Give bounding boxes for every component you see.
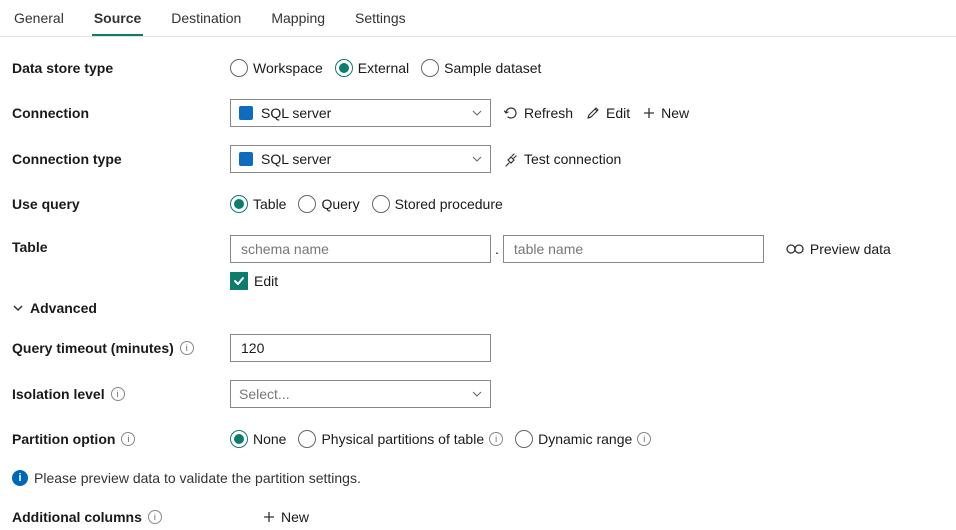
radio-workspace[interactable]: Workspace xyxy=(230,59,323,77)
radio-table[interactable]: Table xyxy=(230,195,286,213)
radio-label: Stored procedure xyxy=(395,196,503,212)
isolation-level-select[interactable]: Select... xyxy=(230,380,491,408)
chevron-down-icon xyxy=(472,154,482,164)
advanced-label: Advanced xyxy=(30,300,97,316)
edit-icon xyxy=(585,105,601,121)
tab-mapping[interactable]: Mapping xyxy=(269,8,327,36)
source-form: Data store type Workspace External Sampl… xyxy=(0,37,956,530)
label-table: Table xyxy=(12,235,230,255)
info-icon[interactable]: i xyxy=(121,432,135,446)
label-use-query: Use query xyxy=(12,196,230,212)
table-input[interactable] xyxy=(512,240,755,258)
connection-select[interactable]: SQL server xyxy=(230,99,491,127)
connection-value: SQL server xyxy=(261,105,331,121)
radio-icon xyxy=(298,430,316,448)
radio-partition-physical[interactable]: Physical partitions of table i xyxy=(298,430,503,448)
edit-checkbox[interactable]: Edit xyxy=(230,272,278,290)
label-query-timeout: Query timeout (minutes) i xyxy=(12,340,230,356)
label-connection: Connection xyxy=(12,105,230,121)
refresh-button[interactable]: Refresh xyxy=(503,105,573,121)
schema-table-separator: . xyxy=(495,241,499,257)
refresh-label: Refresh xyxy=(524,105,573,121)
new-column-label: New xyxy=(281,509,309,525)
radio-icon xyxy=(230,195,248,213)
connection-type-value: SQL server xyxy=(261,151,331,167)
radio-label: Workspace xyxy=(253,60,323,76)
new-column-button[interactable]: New xyxy=(262,509,309,525)
radio-label: None xyxy=(253,431,286,447)
hint-text: Please preview data to validate the part… xyxy=(34,470,361,486)
preview-data-button[interactable]: Preview data xyxy=(786,241,891,257)
label-partition-option: Partition option i xyxy=(12,431,230,447)
radio-icon xyxy=(372,195,390,213)
info-solid-icon: i xyxy=(12,470,28,486)
radio-external[interactable]: External xyxy=(335,59,409,77)
plug-icon xyxy=(503,151,519,167)
radio-partition-dynamic[interactable]: Dynamic range i xyxy=(515,430,651,448)
edit-checkbox-label: Edit xyxy=(254,273,278,289)
radio-label: Table xyxy=(253,196,286,212)
plus-icon xyxy=(262,510,276,524)
label-isolation-level: Isolation level i xyxy=(12,386,230,402)
sql-server-icon xyxy=(239,106,253,120)
sql-server-icon xyxy=(239,152,253,166)
radio-label: Physical partitions of table xyxy=(321,431,484,447)
radio-icon xyxy=(298,195,316,213)
label-connection-type: Connection type xyxy=(12,151,230,167)
tab-settings[interactable]: Settings xyxy=(353,8,408,36)
schema-input[interactable] xyxy=(239,240,482,258)
query-timeout-input[interactable] xyxy=(239,339,482,357)
new-label: New xyxy=(661,105,689,121)
info-icon[interactable]: i xyxy=(148,510,162,524)
advanced-section-toggle[interactable]: Advanced xyxy=(12,300,944,316)
preview-icon xyxy=(786,243,804,255)
new-connection-button[interactable]: New xyxy=(642,105,689,121)
partition-hint: i Please preview data to validate the pa… xyxy=(12,470,944,486)
edit-connection-button[interactable]: Edit xyxy=(585,105,630,121)
radio-query[interactable]: Query xyxy=(298,195,359,213)
preview-data-label: Preview data xyxy=(810,241,891,257)
radio-sample-dataset[interactable]: Sample dataset xyxy=(421,59,541,77)
connection-type-select[interactable]: SQL server xyxy=(230,145,491,173)
radio-icon xyxy=(335,59,353,77)
label-additional-columns: Additional columns i xyxy=(12,509,230,525)
label-data-store-type: Data store type xyxy=(12,60,230,76)
info-icon[interactable]: i xyxy=(111,387,125,401)
chevron-down-icon xyxy=(472,108,482,118)
radio-label: Query xyxy=(321,196,359,212)
radio-label: Dynamic range xyxy=(538,431,632,447)
radio-icon xyxy=(230,430,248,448)
test-connection-label: Test connection xyxy=(524,151,621,167)
info-icon[interactable]: i xyxy=(180,341,194,355)
radio-label: External xyxy=(358,60,409,76)
chevron-down-icon xyxy=(12,302,24,314)
tabs-bar: General Source Destination Mapping Setti… xyxy=(0,0,956,37)
radio-icon xyxy=(515,430,533,448)
query-timeout-wrapper xyxy=(230,334,491,362)
schema-input-wrapper xyxy=(230,235,491,263)
checkbox-icon xyxy=(230,272,248,290)
info-icon[interactable]: i xyxy=(637,432,651,446)
chevron-down-icon xyxy=(472,389,482,399)
refresh-icon xyxy=(503,105,519,121)
radio-partition-none[interactable]: None xyxy=(230,430,286,448)
table-input-wrapper xyxy=(503,235,764,263)
radio-icon xyxy=(421,59,439,77)
info-icon[interactable]: i xyxy=(489,432,503,446)
tab-source[interactable]: Source xyxy=(92,8,143,36)
edit-label: Edit xyxy=(606,105,630,121)
radio-label: Sample dataset xyxy=(444,60,541,76)
tab-general[interactable]: General xyxy=(12,8,66,36)
radio-icon xyxy=(230,59,248,77)
radio-stored-procedure[interactable]: Stored procedure xyxy=(372,195,503,213)
tab-destination[interactable]: Destination xyxy=(169,8,243,36)
test-connection-button[interactable]: Test connection xyxy=(503,151,621,167)
isolation-placeholder: Select... xyxy=(239,386,290,402)
plus-icon xyxy=(642,106,656,120)
